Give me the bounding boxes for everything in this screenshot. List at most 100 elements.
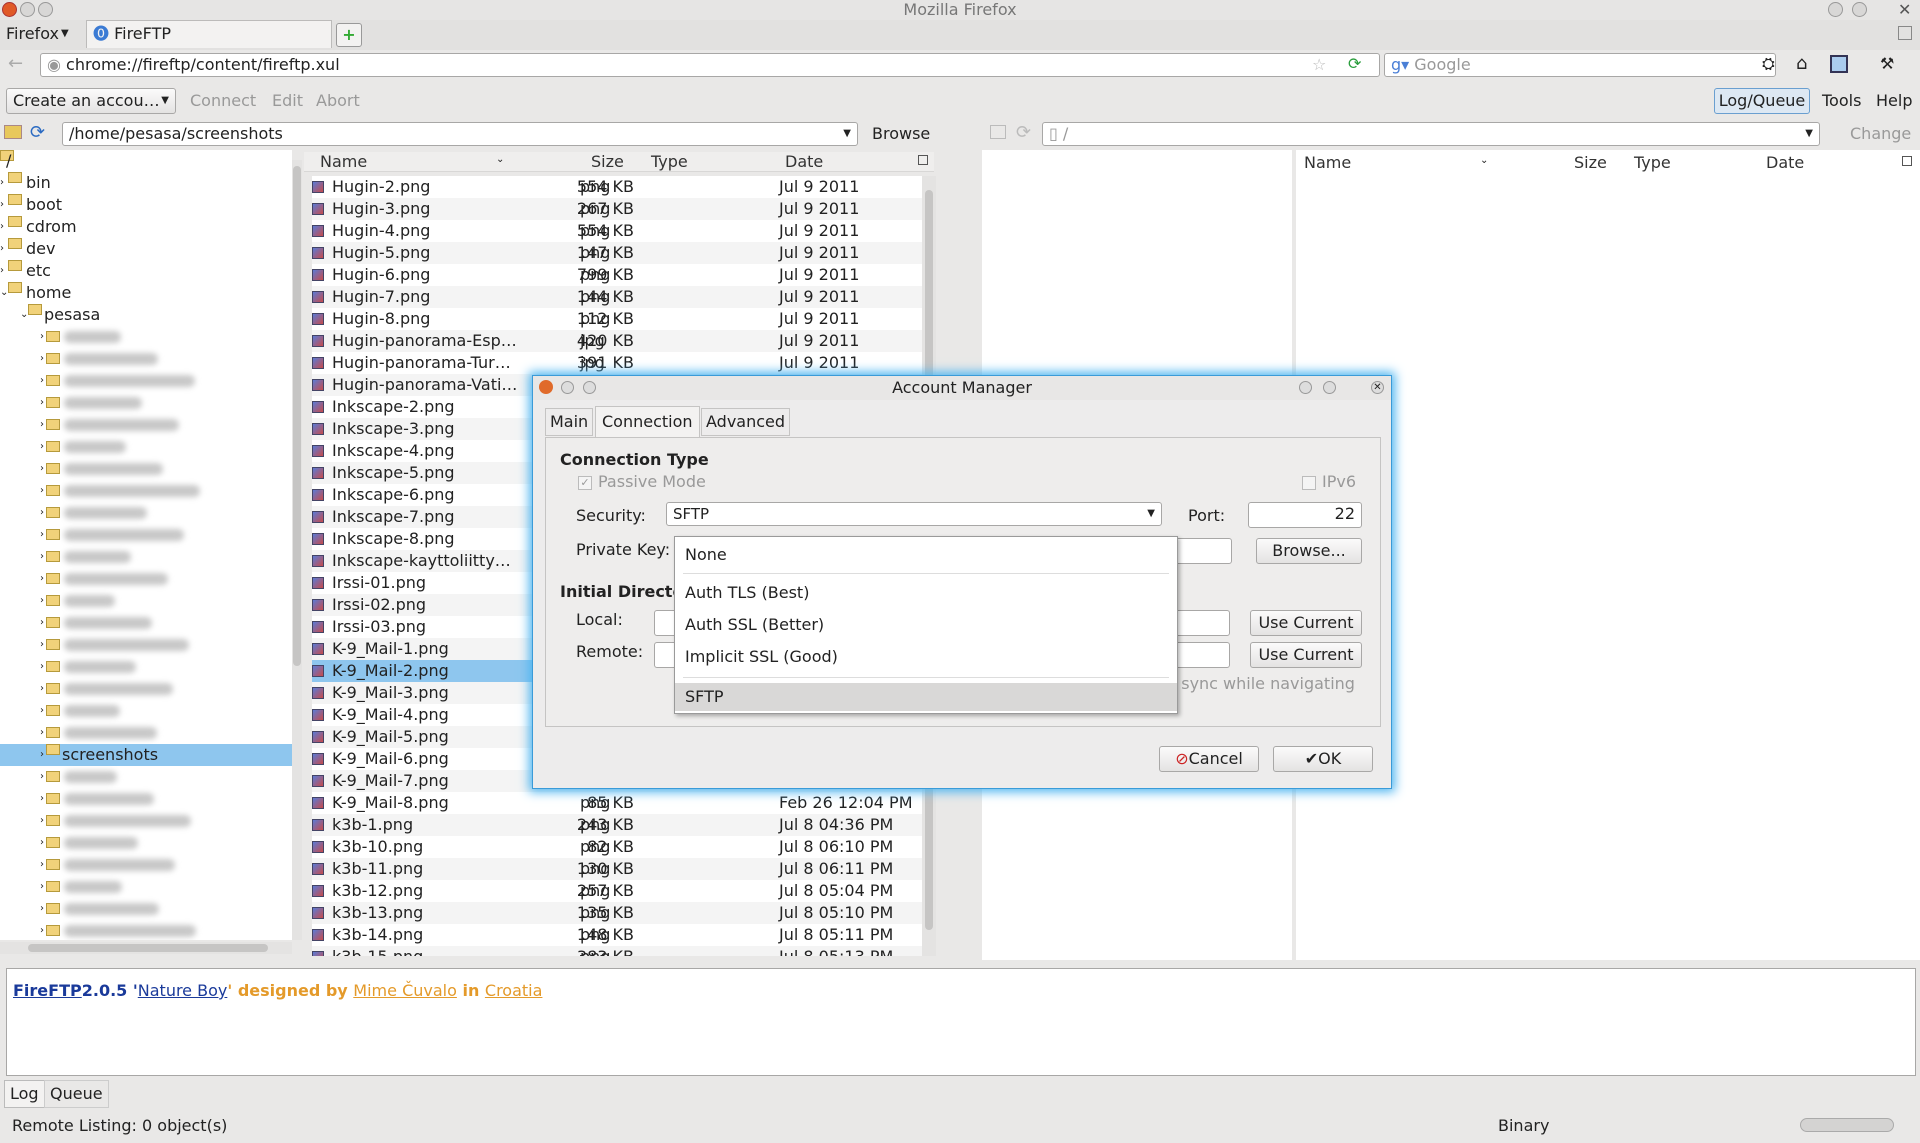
tree-item-blurred[interactable]: › bbox=[0, 788, 292, 810]
tree-item-home[interactable]: ⌄ home bbox=[0, 282, 292, 304]
scrollbar-thumb[interactable] bbox=[293, 166, 301, 666]
tree-item-pesasa[interactable]: ⌄ pesasa bbox=[0, 304, 292, 326]
tools-menu[interactable]: Tools bbox=[1822, 90, 1861, 112]
tree-item-blurred[interactable]: › bbox=[0, 348, 292, 370]
minimize-window-icon[interactable] bbox=[20, 2, 35, 17]
use-current-remote-button[interactable]: Use Current bbox=[1250, 642, 1362, 668]
tree-item-blurred[interactable]: › bbox=[0, 458, 292, 480]
tab-log[interactable]: Log bbox=[4, 1080, 45, 1108]
tree-item-blurred[interactable]: › bbox=[0, 392, 292, 414]
country-link[interactable]: Croatia bbox=[485, 981, 543, 1000]
column-size[interactable]: Size bbox=[1574, 152, 1607, 174]
tree-h-scrollbar[interactable] bbox=[0, 942, 292, 954]
remote-path-field[interactable]: ▯ / ▼ bbox=[1042, 122, 1820, 146]
file-row[interactable]: k3b-1.png 243 KB png Jul 8 04:36 PM bbox=[312, 814, 924, 836]
tree-item-root[interactable]: / bbox=[0, 150, 292, 172]
port-field[interactable]: 22 bbox=[1248, 502, 1362, 528]
chevron-down-icon[interactable] bbox=[1299, 381, 1312, 394]
back-arrow-icon[interactable]: ← bbox=[8, 53, 23, 74]
column-picker-icon[interactable] bbox=[918, 155, 928, 165]
tree-item-blurred[interactable]: › bbox=[0, 612, 292, 634]
file-row[interactable]: Hugin-3.png 267 KB png Jul 9 2011 bbox=[312, 198, 924, 220]
ok-button[interactable]: ✔OK bbox=[1273, 746, 1373, 772]
column-picker-icon[interactable] bbox=[1902, 156, 1912, 166]
file-row[interactable]: Hugin-6.png 799 KB png Jul 9 2011 bbox=[312, 264, 924, 286]
file-row[interactable]: Hugin-8.png 112 KB png Jul 9 2011 bbox=[312, 308, 924, 330]
column-name[interactable]: Name bbox=[320, 151, 367, 173]
url-field[interactable]: ◉ chrome://fireftp/content/fireftp.xul bbox=[40, 53, 1380, 77]
column-date[interactable]: Date bbox=[1766, 152, 1804, 174]
file-row[interactable]: k3b-10.png 82 KB png Jul 8 06:10 PM bbox=[312, 836, 924, 858]
tab-connection[interactable]: Connection bbox=[595, 406, 700, 438]
bookmark-star-icon[interactable]: ☆ bbox=[1312, 55, 1326, 74]
remote-refresh-icon[interactable]: ⟳ bbox=[1016, 122, 1031, 143]
search-go-icon[interactable]: ⛭ bbox=[1762, 54, 1775, 74]
tree-item-blurred[interactable]: › bbox=[0, 920, 292, 940]
chevron-up-icon[interactable] bbox=[1323, 381, 1336, 394]
tree-item-boot[interactable]: › boot bbox=[0, 194, 292, 216]
tree-item-blurred[interactable]: › bbox=[0, 436, 292, 458]
ipv6-checkbox[interactable] bbox=[1302, 476, 1316, 490]
tree-item-dev[interactable]: › dev bbox=[0, 238, 292, 260]
author-link[interactable]: Mime Čuvalo bbox=[353, 981, 457, 1000]
abort-button[interactable]: Abort bbox=[316, 90, 360, 112]
tree-item-blurred[interactable]: › bbox=[0, 656, 292, 678]
maximize-window-icon[interactable] bbox=[38, 2, 53, 17]
tree-item-etc[interactable]: › etc bbox=[0, 260, 292, 282]
maximize-icon[interactable] bbox=[583, 381, 596, 394]
tree-item-blurred[interactable]: › bbox=[0, 502, 292, 524]
refresh-icon[interactable]: ⟳ bbox=[30, 122, 45, 143]
close-icon[interactable]: ✕ bbox=[1898, 0, 1911, 20]
tab-fireftp[interactable]: ⓿ FireFTP bbox=[86, 20, 332, 48]
account-select[interactable]: Create an accou… ▼ bbox=[6, 88, 176, 114]
tree-item-blurred[interactable]: › bbox=[0, 414, 292, 436]
file-row[interactable]: Hugin-panorama-Esp… 420 KB jpg Jul 9 2011 bbox=[312, 330, 924, 352]
column-date[interactable]: Date bbox=[785, 151, 823, 173]
tree-item-blurred[interactable]: › bbox=[0, 854, 292, 876]
app-link[interactable]: FireFTP bbox=[13, 981, 82, 1000]
file-row[interactable]: k3b-11.png 130 KB png Jul 8 06:11 PM bbox=[312, 858, 924, 880]
file-row[interactable]: Hugin-panorama-Tur… 391 KB jpg Jul 9 2011 bbox=[312, 352, 924, 374]
column-type[interactable]: Type bbox=[1634, 152, 1671, 174]
file-row[interactable]: k3b-14.png 148 KB png Jul 8 05:11 PM bbox=[312, 924, 924, 946]
help-menu[interactable]: Help bbox=[1876, 90, 1912, 112]
downloads-icon[interactable] bbox=[1830, 55, 1848, 73]
file-row[interactable]: K-9_Mail-8.png 85 KB png Feb 26 12:04 PM bbox=[312, 792, 924, 814]
tree-item-blurred[interactable]: › bbox=[0, 876, 292, 898]
tree-item-blurred[interactable]: › bbox=[0, 480, 292, 502]
file-row[interactable]: Hugin-2.png 554 KB png Jul 9 2011 bbox=[312, 176, 924, 198]
tree-item-blurred[interactable]: › bbox=[0, 546, 292, 568]
cancel-button[interactable]: ⊘Cancel bbox=[1159, 746, 1259, 772]
tree-item-bin[interactable]: › bin bbox=[0, 172, 292, 194]
tree-item-blurred[interactable]: › bbox=[0, 722, 292, 744]
file-row[interactable]: Hugin-4.png 554 KB png Jul 9 2011 bbox=[312, 220, 924, 242]
local-browse-button[interactable]: Browse bbox=[872, 123, 930, 145]
file-row[interactable]: Hugin-7.png 144 KB png Jul 9 2011 bbox=[312, 286, 924, 308]
tree-item-blurred[interactable]: › bbox=[0, 590, 292, 612]
file-row[interactable]: k3b-15.png383 KBpngJul 8 05:13 PM bbox=[312, 946, 924, 956]
tree-item-blurred[interactable]: › bbox=[0, 810, 292, 832]
passive-mode-checkbox[interactable]: ✓ bbox=[578, 476, 592, 490]
close-icon[interactable]: ✕ bbox=[1371, 381, 1384, 394]
option-none[interactable]: None bbox=[675, 541, 1177, 569]
tree-item-blurred[interactable]: › bbox=[0, 700, 292, 722]
option-implicit-ssl[interactable]: Implicit SSL (Good) bbox=[675, 643, 1177, 671]
tree-item-cdrom[interactable]: › cdrom bbox=[0, 216, 292, 238]
tree-item-blurred[interactable]: › bbox=[0, 524, 292, 546]
home-icon[interactable]: ⌂ bbox=[1796, 53, 1807, 74]
tree-item-blurred[interactable]: › bbox=[0, 370, 292, 392]
tree-item-blurred[interactable]: › bbox=[0, 634, 292, 656]
search-field[interactable]: g▾ Google bbox=[1384, 53, 1776, 77]
option-sftp[interactable]: SFTP bbox=[675, 683, 1177, 711]
new-tab-button[interactable]: + bbox=[336, 23, 362, 47]
local-path-field[interactable]: /home/pesasa/screenshots ▼ bbox=[62, 122, 858, 146]
file-row[interactable]: Hugin-5.png 147 KB png Jul 9 2011 bbox=[312, 242, 924, 264]
tab-advanced[interactable]: Advanced bbox=[701, 408, 791, 436]
edit-button[interactable]: Edit bbox=[272, 90, 303, 112]
tree-item-blurred[interactable]: › bbox=[0, 568, 292, 590]
firefox-menu-button[interactable]: Firefox ▼ bbox=[6, 24, 69, 43]
use-current-local-button[interactable]: Use Current bbox=[1250, 610, 1362, 636]
close-window-icon[interactable] bbox=[2, 2, 17, 17]
column-type[interactable]: Type bbox=[651, 151, 688, 173]
column-size[interactable]: Size bbox=[591, 151, 624, 173]
